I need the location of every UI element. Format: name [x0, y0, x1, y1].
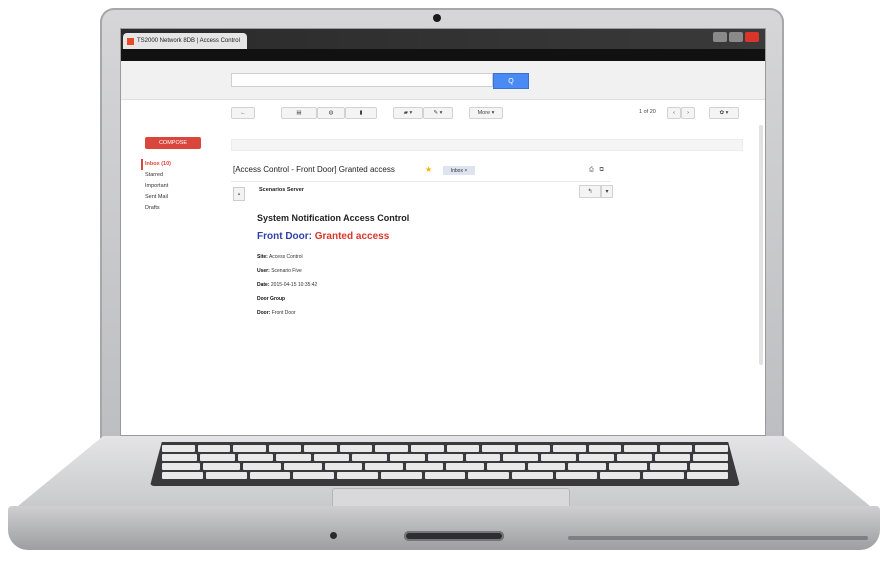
keyboard: [150, 442, 740, 486]
field-site: Site: Access Control: [257, 254, 303, 260]
power-led-icon: [330, 532, 337, 539]
browser-titlebar: TS2000 Network 8DB | Access Control: [121, 29, 765, 49]
tab-title: TS2000 Network 8DB | Access Control: [137, 38, 240, 44]
next-page-button[interactable]: ›: [681, 107, 695, 119]
sidebar-nav: Inbox (10) Starred Important Sent Mail D…: [141, 159, 225, 214]
field-door-group: Door Group: [257, 296, 286, 302]
close-button[interactable]: [745, 32, 759, 42]
prev-page-button[interactable]: ‹: [667, 107, 681, 119]
favicon-icon: [127, 37, 134, 45]
side-port: [568, 536, 868, 540]
screen: TS2000 Network 8DB | Access Control Q ← …: [120, 28, 766, 436]
scrollbar[interactable]: [759, 125, 763, 365]
notification-heading: System Notification Access Control: [257, 213, 410, 223]
window-controls: [713, 32, 759, 42]
field-date: Date: 2015-04-15 10:35:42: [257, 282, 318, 288]
sender-avatar: ▴: [233, 187, 245, 201]
minimize-button[interactable]: [713, 32, 727, 42]
message-toolbar-bar: [231, 139, 743, 151]
inbox-label-chip[interactable]: Inbox ×: [443, 166, 475, 175]
more-button[interactable]: More ▾: [469, 107, 503, 119]
sidebar-item-starred[interactable]: Starred: [145, 170, 225, 181]
delete-button[interactable]: ▮: [345, 107, 377, 119]
maximize-button[interactable]: [729, 32, 743, 42]
sidebar-item-sent-mail[interactable]: Sent Mail: [145, 192, 225, 203]
alert-location: Front Door: [257, 231, 309, 242]
message-more-button[interactable]: ▾: [601, 185, 613, 198]
search-input[interactable]: [231, 73, 493, 87]
reply-button[interactable]: ↰: [579, 185, 601, 198]
alert-status: Granted access: [314, 231, 390, 242]
mail-toolbar: ← ▤ ◍ ▮ ▰ ▾ ✎ ▾ More ▾ 1 of 20 ‹ › ✿ ▾: [121, 99, 765, 125]
laptop-base: [8, 506, 880, 550]
search-button[interactable]: Q: [493, 73, 529, 89]
move-to-button[interactable]: ▰ ▾: [393, 107, 423, 119]
sidebar-item-inbox[interactable]: Inbox (10): [141, 159, 225, 170]
field-user: User: Scenario Five: [257, 268, 302, 274]
print-newwindow-icons[interactable]: ⎙ ⧉: [589, 167, 606, 174]
sidebar-item-important[interactable]: Important: [145, 181, 225, 192]
sender-name: Scenarios Server: [259, 187, 304, 193]
access-alert: Front Door: Granted access: [257, 231, 617, 242]
browser-tab[interactable]: TS2000 Network 8DB | Access Control: [123, 33, 247, 49]
back-button[interactable]: ←: [231, 107, 255, 119]
app-topbar: [121, 49, 765, 61]
archive-button[interactable]: ▤: [281, 107, 317, 119]
sidebar-item-drafts[interactable]: Drafts: [145, 203, 225, 214]
field-door: Door: Front Door: [257, 310, 296, 316]
star-icon[interactable]: ★: [425, 165, 432, 174]
compose-button[interactable]: COMPOSE: [145, 137, 201, 149]
settings-button[interactable]: ✿ ▾: [709, 107, 739, 119]
message-body: System Notification Access Control Front…: [257, 213, 617, 320]
message-subject: [Access Control - Front Door] Granted ac…: [233, 165, 395, 174]
labels-button[interactable]: ✎ ▾: [423, 107, 453, 119]
search-icon: Q: [508, 77, 514, 85]
pager-count: 1 of 20: [639, 109, 656, 115]
spam-button[interactable]: ◍: [317, 107, 345, 119]
search-row: Q: [121, 61, 765, 100]
webcam-icon: [433, 14, 441, 22]
optical-slot: [404, 531, 504, 541]
